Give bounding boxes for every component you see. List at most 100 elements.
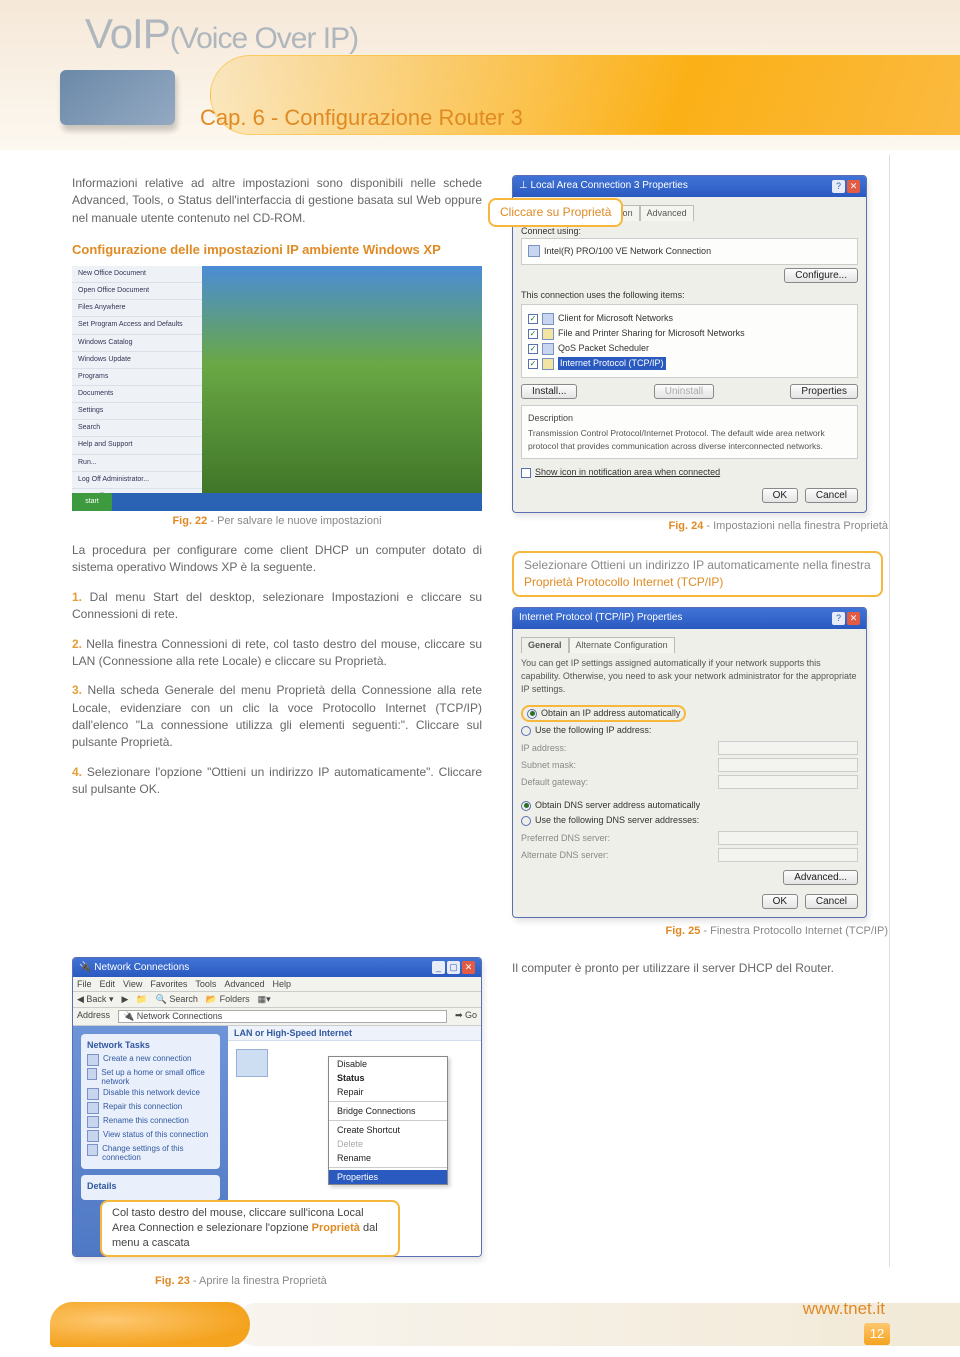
task-icon <box>87 1144 98 1156</box>
margin-rule <box>889 155 890 1267</box>
list-item[interactable]: ✓Client for Microsoft Networks <box>528 311 851 326</box>
dns1-row: Preferred DNS server: <box>521 831 858 845</box>
checkbox-icon[interactable]: ✓ <box>528 314 538 324</box>
footer-url: www.tnet.it <box>803 1299 885 1319</box>
tab-advanced[interactable]: Advanced <box>640 205 694 221</box>
radio-obtain-ip[interactable]: Obtain an IP address automatically <box>521 704 858 723</box>
menu-edit[interactable]: Edit <box>100 979 116 989</box>
close-icon[interactable]: ✕ <box>847 612 860 625</box>
close-icon[interactable]: ✕ <box>847 180 860 193</box>
qos-icon <box>542 343 554 355</box>
startmenu-item: Windows Catalog <box>72 335 202 352</box>
ctx-bridge[interactable]: Bridge Connections <box>329 1104 447 1118</box>
ok-button[interactable]: OK <box>762 488 798 503</box>
ctx-delete[interactable]: Delete <box>329 1137 447 1151</box>
menu-view[interactable]: View <box>123 979 142 989</box>
views-button[interactable]: ▦▾ <box>258 994 271 1005</box>
close-icon[interactable]: ✕ <box>462 961 475 974</box>
startmenu-item: Set Program Access and Defaults <box>72 317 202 334</box>
task-item[interactable]: Set up a home or small office network <box>87 1067 214 1087</box>
radio-icon[interactable] <box>521 801 531 811</box>
ctx-status[interactable]: Status <box>329 1071 447 1085</box>
task-icon <box>87 1068 97 1080</box>
checkbox-icon[interactable]: ✓ <box>528 359 538 369</box>
install-button[interactable]: Install... <box>521 384 577 399</box>
dns1-input <box>718 831 858 845</box>
start-button: start <box>72 493 112 511</box>
task-icon <box>87 1088 99 1100</box>
win1-titlebar: ⊥ Local Area Connection 3 Properties ?✕ <box>513 176 866 197</box>
menu-advanced[interactable]: Advanced <box>224 979 264 989</box>
properties-button[interactable]: Properties <box>790 384 858 399</box>
startmenu-item: Run... <box>72 455 202 472</box>
forward-button[interactable]: ▶ <box>121 994 128 1005</box>
task-item[interactable]: Change settings of this connection <box>87 1143 214 1163</box>
tab-general[interactable]: General <box>521 637 569 653</box>
radio-icon[interactable] <box>521 726 531 736</box>
highlight-ring: Obtain an IP address automatically <box>521 705 686 722</box>
task-item[interactable]: Rename this connection <box>87 1115 214 1129</box>
win1-body: General Authentication Advanced Connect … <box>513 197 866 512</box>
lan-connection-icon[interactable] <box>236 1049 268 1077</box>
folders-button[interactable]: 📂 Folders <box>206 994 250 1005</box>
radio-icon[interactable] <box>527 709 537 719</box>
task-item[interactable]: Repair this connection <box>87 1101 214 1115</box>
win1-wrapper: Cliccare su Proprietà ⊥ Local Area Conne… <box>512 175 888 513</box>
task-icon <box>87 1116 99 1128</box>
ctx-rename[interactable]: Rename <box>329 1151 447 1165</box>
list-item[interactable]: ✓File and Printer Sharing for Microsoft … <box>528 326 851 341</box>
win2-okcancel: OK Cancel <box>521 894 858 910</box>
ctx-repair[interactable]: Repair <box>329 1085 447 1099</box>
step-3: 3. Nella scheda Generale del menu Propri… <box>72 682 482 752</box>
menu-help[interactable]: Help <box>272 979 291 989</box>
gw-input <box>718 775 858 789</box>
menu-file[interactable]: File <box>77 979 92 989</box>
startmenu-item: Help and Support <box>72 437 202 454</box>
startmenu-item: Files Anywhere <box>72 300 202 317</box>
advanced-button[interactable]: Advanced... <box>783 870 858 885</box>
radio-icon[interactable] <box>521 816 531 826</box>
maximize-icon[interactable]: ▢ <box>447 961 460 974</box>
task-item[interactable]: Disable this network device <box>87 1087 214 1101</box>
go-button[interactable]: ➡ Go <box>455 1010 477 1023</box>
list-item[interactable]: ✓QoS Packet Scheduler <box>528 341 851 356</box>
minimize-icon[interactable]: _ <box>432 961 445 974</box>
ctx-properties[interactable]: Properties <box>329 1170 447 1184</box>
procedure-intro: La procedura per configurare come client… <box>72 542 482 577</box>
win1-okcancel: OK Cancel <box>521 488 858 504</box>
address-field[interactable]: 🔌 Network Connections <box>118 1010 447 1023</box>
uninstall-button[interactable]: Uninstall <box>654 384 714 399</box>
menu-tools[interactable]: Tools <box>195 979 216 989</box>
configure-button[interactable]: Configure... <box>784 268 858 283</box>
fig22-text: - Per salvare le nuove impostazioni <box>207 515 381 527</box>
help-icon[interactable]: ? <box>832 612 845 625</box>
callout2-text-a: Selezionare Ottieni un indirizzo IP auto… <box>524 558 871 572</box>
mask-input <box>718 758 858 772</box>
task-item[interactable]: View status of this connection <box>87 1129 214 1143</box>
help-icon[interactable]: ? <box>832 180 845 193</box>
checkbox-icon[interactable] <box>521 468 531 478</box>
ctx-separator <box>329 1167 447 1168</box>
task-item[interactable]: Create a new connection <box>87 1053 214 1067</box>
search-button[interactable]: 🔍 Search <box>156 994 198 1005</box>
cancel-button[interactable]: Cancel <box>805 894 858 909</box>
menu-favorites[interactable]: Favorites <box>150 979 187 989</box>
fig25-text: - Finestra Protocollo Internet (TCP/IP) <box>700 925 888 937</box>
ctx-disable[interactable]: Disable <box>329 1057 447 1071</box>
radio-use-dns[interactable]: Use the following DNS server addresses: <box>521 813 858 828</box>
tab-altconfig[interactable]: Alternate Configuration <box>569 637 675 653</box>
checkbox-icon[interactable]: ✓ <box>528 344 538 354</box>
back-button[interactable]: ◀ Back ▾ <box>77 994 113 1005</box>
startmenu-sidebar: New Office Document Open Office Document… <box>72 266 202 511</box>
showicon-row[interactable]: Show icon in notification area when conn… <box>521 465 858 480</box>
annotation-bottom: Col tasto destro del mouse, cliccare sul… <box>100 1200 400 1257</box>
ok-button[interactable]: OK <box>762 894 798 909</box>
radio-use-ip[interactable]: Use the following IP address: <box>521 723 858 738</box>
startmenu-item: Programs <box>72 369 202 386</box>
radio-obtain-dns[interactable]: Obtain DNS server address automatically <box>521 798 858 813</box>
ctx-shortcut[interactable]: Create Shortcut <box>329 1123 447 1137</box>
list-item-tcpip[interactable]: ✓Internet Protocol (TCP/IP) <box>528 356 851 371</box>
up-button[interactable]: 📁 <box>136 994 147 1005</box>
cancel-button[interactable]: Cancel <box>805 488 858 503</box>
checkbox-icon[interactable]: ✓ <box>528 329 538 339</box>
